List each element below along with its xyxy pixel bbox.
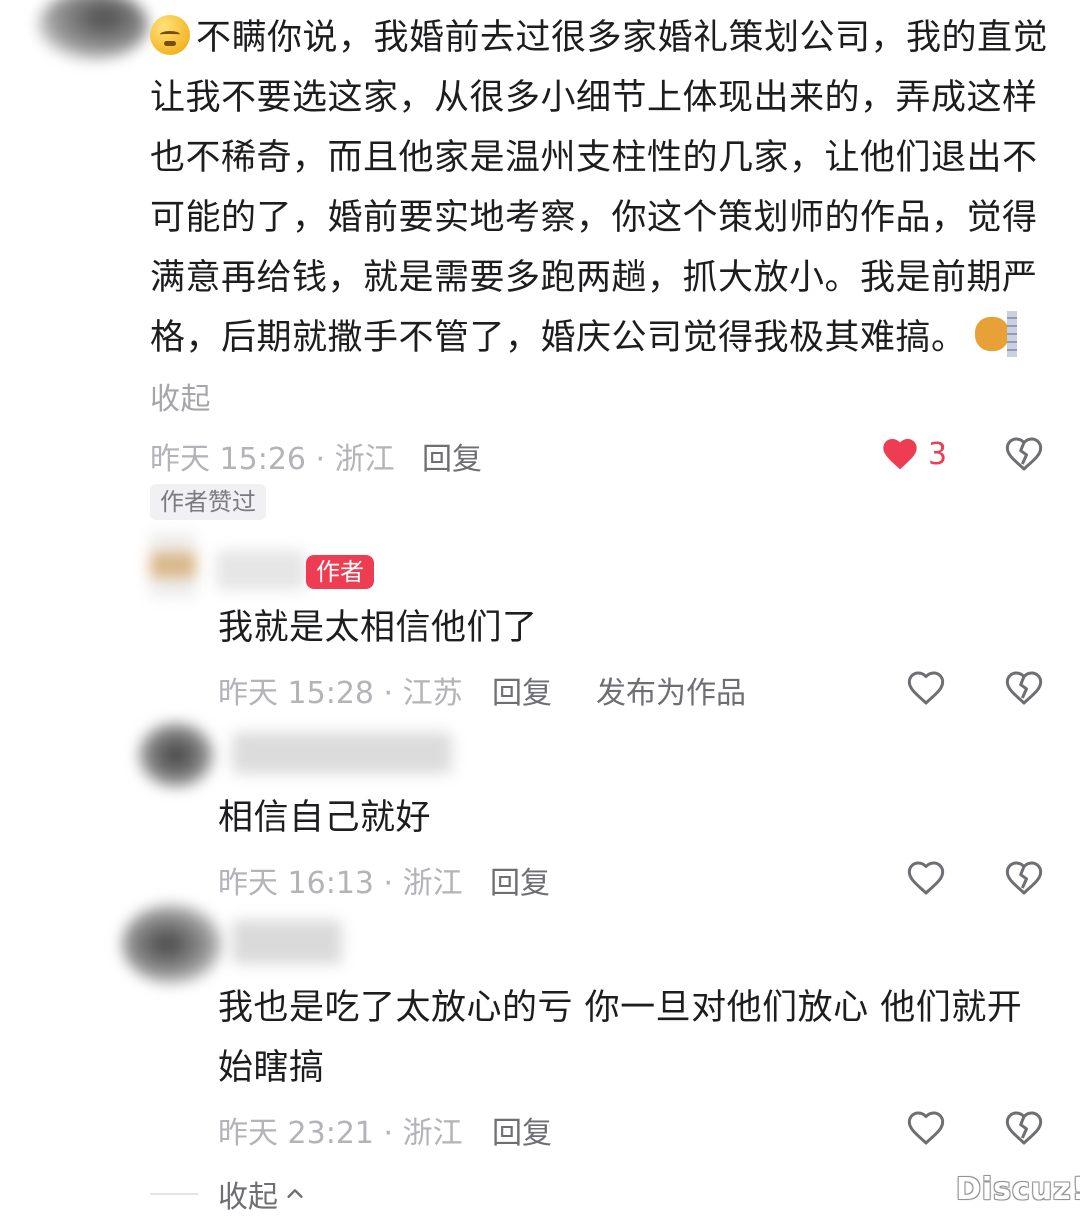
- unamused-face-emoji-icon: [150, 15, 190, 55]
- reply-timestamp: 昨天 15:28 · 江苏: [218, 676, 463, 711]
- heart-outline-icon[interactable]: [906, 858, 946, 898]
- heart-filled-icon: [883, 439, 917, 470]
- avatar[interactable]: [150, 532, 196, 598]
- dislike-broken-heart-icon[interactable]: [1004, 858, 1044, 898]
- reply-reply-button[interactable]: 回复: [490, 858, 550, 902]
- reply-reply-button[interactable]: 回复: [492, 1108, 552, 1152]
- username: [232, 920, 342, 964]
- comment-collapse-link[interactable]: 收起: [150, 382, 211, 417]
- comment-reply-button[interactable]: 回复: [422, 434, 482, 478]
- collapse-replies-button[interactable]: 收起: [218, 1172, 306, 1216]
- avatar[interactable]: [138, 722, 214, 788]
- reply-text: 我就是太相信他们了: [218, 608, 538, 648]
- avatar[interactable]: [38, 0, 148, 60]
- bear-peeking-emoji-icon: [973, 311, 1017, 357]
- publish-as-work-button[interactable]: 发布为作品: [596, 668, 746, 712]
- author-badge: 作者: [306, 555, 374, 589]
- avatar[interactable]: [122, 904, 222, 984]
- reply-timestamp: 昨天 23:21 · 浙江: [218, 1116, 463, 1151]
- username: [216, 550, 306, 590]
- username: [232, 732, 452, 774]
- heart-outline-icon[interactable]: [906, 1108, 946, 1148]
- author-liked-tag: 作者赞过: [150, 484, 266, 520]
- heart-outline-icon[interactable]: [906, 668, 946, 708]
- comment-text: 不瞒你说，我婚前去过很多家婚礼策划公司，我的直觉让我不要选这家，从很多小细节上体…: [150, 18, 1049, 358]
- dislike-broken-heart-icon[interactable]: [1004, 668, 1044, 708]
- comment-body: 不瞒你说，我婚前去过很多家婚礼策划公司，我的直觉让我不要选这家，从很多小细节上体…: [150, 8, 1050, 430]
- like-count: 3: [928, 436, 948, 472]
- reply-text: 我也是吃了太放心的亏 你一旦对他们放心 他们就开始瞎搞: [218, 988, 1023, 1088]
- reply-timestamp: 昨天 16:13 · 浙江: [218, 866, 463, 901]
- reply-text: 相信自己就好: [218, 798, 432, 838]
- divider: [150, 1193, 198, 1195]
- collapse-label: 收起: [218, 1180, 278, 1215]
- reply-reply-button[interactable]: 回复: [492, 668, 552, 712]
- dislike-broken-heart-icon[interactable]: [1004, 434, 1044, 474]
- comment-like-button[interactable]: 3: [880, 434, 947, 474]
- dislike-broken-heart-icon[interactable]: [1004, 1108, 1044, 1148]
- chevron-up-icon: [287, 1189, 303, 1198]
- comment-timestamp: 昨天 15:26 · 浙江: [150, 442, 395, 477]
- watermark: Discuz!: [956, 1172, 1080, 1207]
